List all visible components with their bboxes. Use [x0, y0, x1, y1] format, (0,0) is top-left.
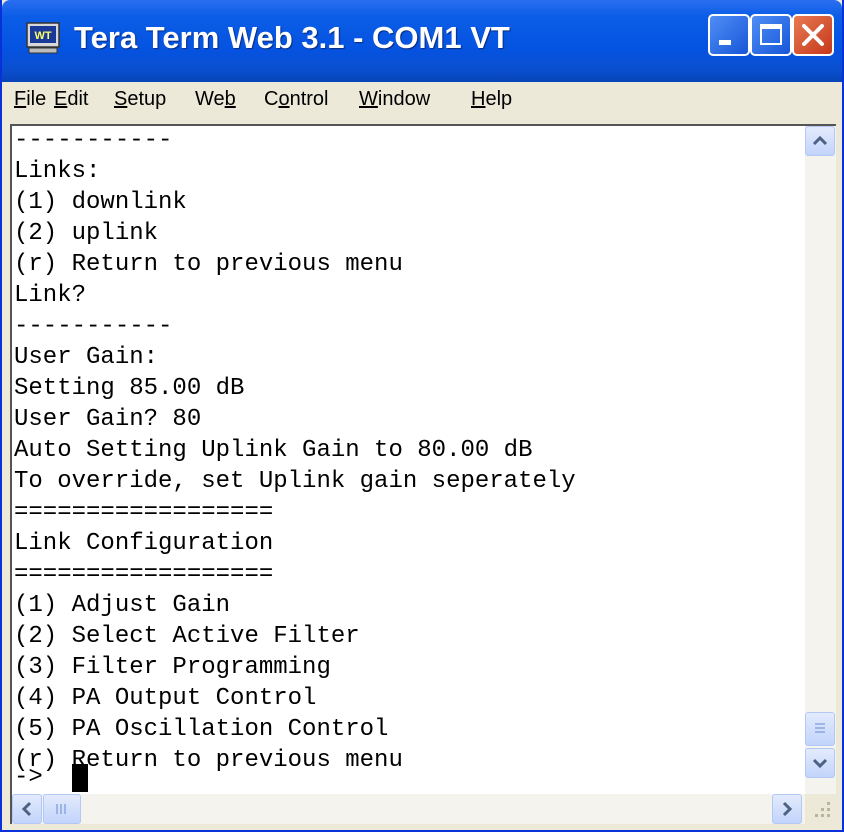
terminal-line: ----------- — [14, 127, 173, 154]
close-button[interactable] — [792, 14, 834, 56]
maximize-icon — [760, 24, 782, 45]
teraterm-app-icon[interactable]: WT — [26, 22, 60, 54]
size-grip[interactable] — [805, 794, 836, 824]
menu-window[interactable]: Window — [359, 88, 430, 111]
terminal-line: (4) PA Output Control — [14, 685, 317, 712]
menu-help[interactable]: Help — [471, 88, 512, 111]
terminal-line: Auto Setting Uplink Gain to 80.00 dB — [14, 437, 533, 464]
client-area: ----------- Links: (1) downlink (2) upli… — [10, 124, 836, 824]
terminal-line: User Gain: — [14, 344, 159, 371]
terminal-line: ================== — [14, 499, 274, 526]
menu-control[interactable]: Control — [264, 88, 328, 111]
terminal-cursor — [72, 764, 88, 792]
chevron-left-icon — [21, 801, 32, 817]
window-title: Tera Term Web 3.1 - COM1 VT — [74, 20, 510, 55]
resize-grip-icon — [815, 802, 830, 817]
menu-file[interactable]: File — [14, 88, 46, 111]
vertical-scrollbar[interactable] — [805, 126, 836, 794]
terminal-line: User Gain? 80 — [14, 406, 202, 433]
terminal-line: (2) Select Active Filter — [14, 623, 360, 650]
horizontal-scrollbar[interactable] — [12, 794, 805, 824]
minimize-button[interactable] — [708, 14, 750, 56]
scroll-thumb[interactable] — [805, 712, 835, 746]
terminal-line: (3) Filter Programming — [14, 654, 331, 681]
menu-edit[interactable]: Edit — [54, 88, 88, 111]
maximize-button[interactable] — [750, 14, 792, 56]
grip-icon — [56, 804, 66, 814]
terminal-line: (r) Return to previous menu — [14, 251, 403, 278]
terminal-window: WT Tera Term Web 3.1 - COM1 VT File Edit… — [0, 0, 844, 832]
terminal-prompt: -> — [14, 764, 58, 791]
chevron-down-icon — [812, 758, 828, 769]
title-bar[interactable]: WT Tera Term Web 3.1 - COM1 VT — [2, 0, 842, 82]
terminal-line: (5) PA Oscillation Control — [14, 716, 389, 743]
close-icon — [802, 24, 824, 46]
terminal-line: Links: — [14, 158, 101, 185]
minimize-icon — [719, 40, 731, 45]
chevron-right-icon — [782, 801, 793, 817]
terminal-line: Setting 85.00 dB — [14, 375, 245, 402]
terminal-line: ----------- — [14, 313, 173, 340]
menu-setup[interactable]: Setup — [114, 88, 166, 111]
terminal-line: Link Configuration — [14, 530, 274, 557]
menu-web[interactable]: Web — [195, 88, 236, 111]
scroll-up-button[interactable] — [805, 126, 835, 156]
svg-text:WT: WT — [34, 30, 51, 42]
terminal-screen[interactable]: ----------- Links: (1) downlink (2) upli… — [12, 126, 805, 794]
terminal-line: ================== — [14, 561, 274, 588]
scroll-right-button[interactable] — [772, 794, 802, 824]
chevron-up-icon — [812, 135, 828, 146]
terminal-line: (1) downlink — [14, 189, 187, 216]
terminal-line: (2) uplink — [14, 220, 159, 247]
terminal-line: Link? — [14, 282, 87, 309]
grip-icon — [815, 723, 825, 733]
scroll-left-button[interactable] — [12, 794, 42, 824]
menu-bar: File Edit Setup Web Control Window Help — [2, 82, 842, 120]
scroll-down-button[interactable] — [805, 748, 835, 778]
terminal-line: To override, set Uplink gain seperately — [14, 468, 576, 495]
terminal-line: (1) Adjust Gain — [14, 592, 231, 619]
horizontal-scroll-thumb[interactable] — [43, 794, 81, 824]
